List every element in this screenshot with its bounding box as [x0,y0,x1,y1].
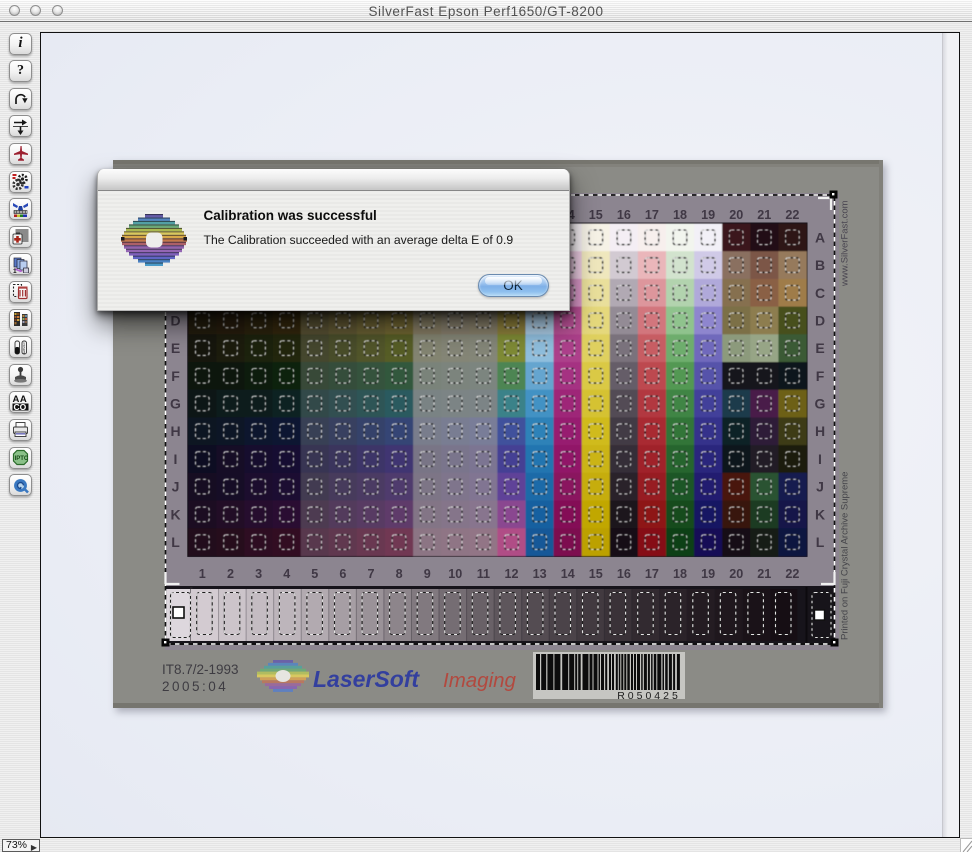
svg-text:K: K [170,506,180,522]
svg-text:Printed on Fuji Crystal Archiv: Printed on Fuji Crystal Archive Supreme [840,472,851,640]
svg-text:K: K [815,506,825,522]
svg-text:F: F [816,368,825,384]
svg-text:I: I [174,451,178,467]
svg-text:18: 18 [673,208,687,222]
svg-text:20: 20 [729,567,743,581]
svg-text:19: 19 [701,208,715,222]
svg-text:8: 8 [396,567,403,581]
svg-text:5: 5 [311,567,318,581]
svg-text:CO: CO [14,402,27,411]
svg-text:B: B [815,257,825,273]
svg-text:19: 19 [701,567,715,581]
svg-text:G: G [170,396,181,412]
svg-text:Imaging: Imaging [443,669,517,692]
svg-text:H: H [170,423,180,439]
svg-text:A: A [815,229,825,245]
svg-text:15: 15 [589,567,603,581]
svg-text:15: 15 [589,208,603,222]
svg-text:22: 22 [785,567,799,581]
svg-text:H: H [815,423,825,439]
svg-text:J: J [816,479,824,495]
svg-text:L: L [171,534,180,550]
svg-text:10: 10 [448,567,462,581]
svg-text:E: E [171,340,180,356]
svg-text:2: 2 [227,567,234,581]
svg-text:9: 9 [424,567,431,581]
svg-text:D: D [170,312,180,328]
svg-text:E: E [815,340,824,356]
svg-text:21: 21 [757,208,771,222]
svg-text:16: 16 [617,208,631,222]
svg-text:21: 21 [757,567,771,581]
svg-text:6: 6 [339,567,346,581]
svg-text:16: 16 [617,567,631,581]
svg-text:C: C [815,285,825,301]
svg-text:J: J [172,479,180,495]
svg-text:1: 1 [13,268,17,273]
svg-text:IT8.7/2-1993: IT8.7/2-1993 [162,662,239,677]
svg-text:R050425: R050425 [617,690,681,702]
svg-text:F: F [171,368,180,384]
svg-text:G: G [815,396,826,412]
svg-text:www.SilverFast.com: www.SilverFast.com [840,200,851,287]
svg-text:13: 13 [533,567,547,581]
svg-text:11: 11 [477,567,490,581]
svg-text:17: 17 [645,208,659,222]
svg-text:22: 22 [785,208,799,222]
svg-text:17: 17 [645,567,659,581]
svg-text:3: 3 [255,567,262,581]
svg-text:IPTC: IPTC [15,456,29,462]
svg-text:18: 18 [673,567,687,581]
svg-text:4: 4 [283,567,290,581]
svg-text:I: I [818,451,822,467]
svg-text:LaserSoft: LaserSoft [313,666,420,692]
svg-text:12: 12 [504,567,518,581]
svg-text:2005:04: 2005:04 [162,679,228,694]
svg-text:7: 7 [367,567,374,581]
svg-text:20: 20 [729,208,743,222]
svg-text:1: 1 [199,567,206,581]
svg-text:L: L [816,534,825,550]
svg-text:D: D [815,312,825,328]
svg-text:14: 14 [561,567,575,581]
